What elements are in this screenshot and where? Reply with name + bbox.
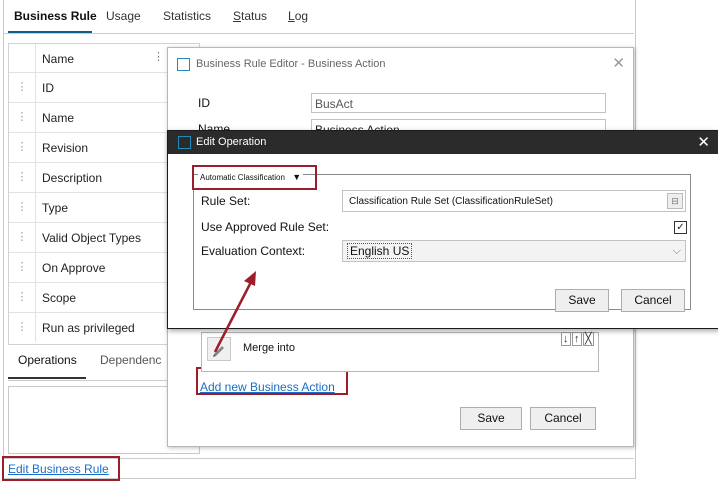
- annotation-arrow: [213, 271, 256, 353]
- arrow-line: [213, 281, 253, 353]
